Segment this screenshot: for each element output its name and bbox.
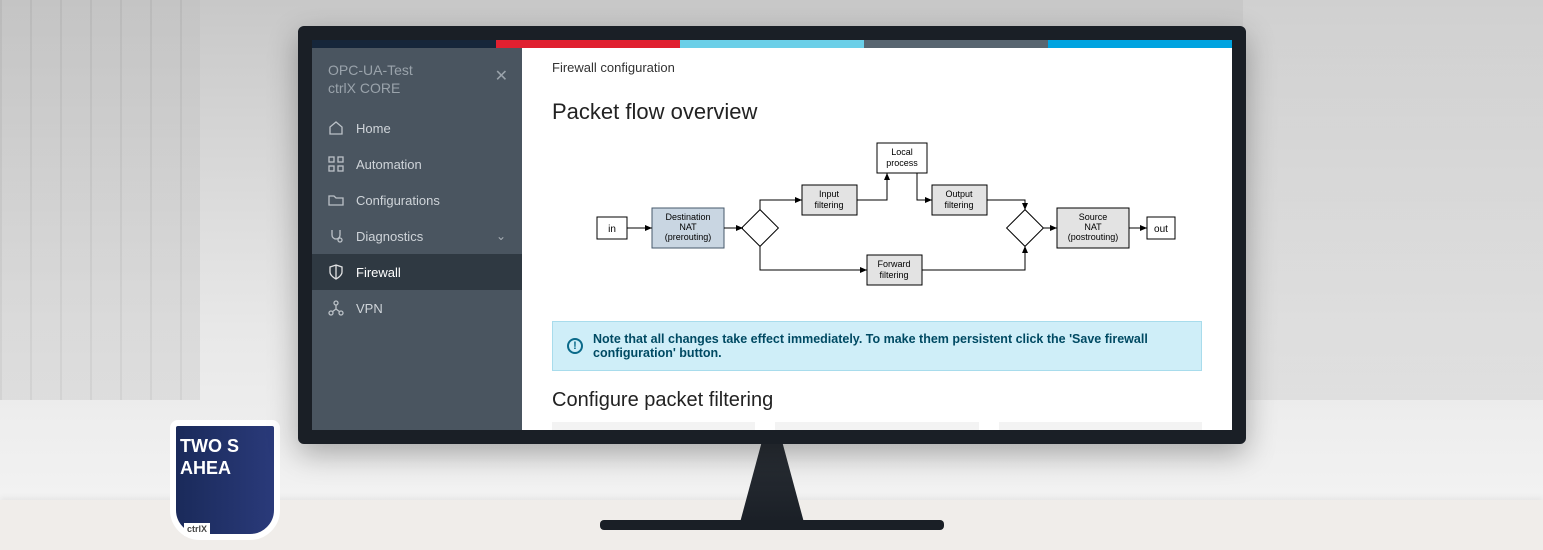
main-content: Firewall configuration Packet flow overv… bbox=[522, 48, 1232, 430]
sidebar-item-label: Firewall bbox=[356, 265, 401, 280]
sidebar-item-vpn[interactable]: VPN bbox=[312, 290, 522, 326]
filter-card[interactable] bbox=[999, 422, 1202, 430]
page-title: Packet flow overview bbox=[552, 99, 1202, 125]
svg-text:Local: Local bbox=[891, 147, 913, 157]
shield-icon bbox=[328, 264, 344, 280]
sidebar-item-automation[interactable]: Automation bbox=[312, 146, 522, 182]
monitor-frame: OPC-UA-Test ctrlX CORE ✕ Home bbox=[298, 26, 1246, 444]
close-icon[interactable]: ✕ bbox=[495, 66, 508, 86]
info-icon: ! bbox=[567, 338, 583, 354]
chevron-down-icon: ⌄ bbox=[496, 229, 506, 243]
diagram-node-out: out bbox=[1154, 224, 1168, 235]
sidebar-item-label: Automation bbox=[356, 157, 422, 172]
breadcrumb: Firewall configuration bbox=[552, 60, 1202, 75]
svg-text:Destination: Destination bbox=[665, 212, 710, 222]
svg-text:filtering: filtering bbox=[814, 200, 843, 210]
svg-text:(prerouting): (prerouting) bbox=[665, 232, 712, 242]
svg-text:Source: Source bbox=[1079, 212, 1108, 222]
coffee-mug: TWO S AHEA ctrlX bbox=[170, 420, 280, 540]
filter-card[interactable] bbox=[775, 422, 978, 430]
device-name: OPC-UA-Test bbox=[328, 62, 506, 78]
svg-text:process: process bbox=[886, 158, 918, 168]
product-name: ctrlX CORE bbox=[328, 80, 506, 96]
filter-cards-row bbox=[552, 422, 1202, 430]
screen: OPC-UA-Test ctrlX CORE ✕ Home bbox=[312, 40, 1232, 430]
filter-card[interactable] bbox=[552, 422, 755, 430]
sidebar-item-label: Diagnostics bbox=[356, 229, 423, 244]
svg-text:filtering: filtering bbox=[879, 270, 908, 280]
info-text: Note that all changes take effect immedi… bbox=[593, 332, 1187, 360]
home-icon bbox=[328, 120, 344, 136]
sidebar-header: OPC-UA-Test ctrlX CORE ✕ bbox=[312, 48, 522, 110]
mug-text-1: TWO S bbox=[180, 436, 239, 456]
packet-flow-diagram: in Destination NAT (prerouting) Input fi… bbox=[552, 135, 1202, 305]
diagram-node-in: in bbox=[608, 224, 616, 235]
svg-text:Forward: Forward bbox=[877, 259, 910, 269]
network-icon bbox=[328, 300, 344, 316]
folder-icon bbox=[328, 192, 344, 208]
svg-text:(postrouting): (postrouting) bbox=[1068, 232, 1119, 242]
info-banner: ! Note that all changes take effect imme… bbox=[552, 321, 1202, 371]
stethoscope-icon bbox=[328, 228, 344, 244]
mug-text-2: AHEA bbox=[180, 458, 231, 478]
svg-text:NAT: NAT bbox=[679, 222, 697, 232]
sidebar-item-home[interactable]: Home bbox=[312, 110, 522, 146]
svg-text:Output: Output bbox=[945, 189, 973, 199]
sidebar-item-label: VPN bbox=[356, 301, 383, 316]
svg-text:filtering: filtering bbox=[944, 200, 973, 210]
sidebar: OPC-UA-Test ctrlX CORE ✕ Home bbox=[312, 48, 522, 430]
brand-stripe bbox=[312, 40, 1232, 48]
svg-text:NAT: NAT bbox=[1084, 222, 1102, 232]
sidebar-item-label: Configurations bbox=[356, 193, 440, 208]
sidebar-item-firewall[interactable]: Firewall bbox=[312, 254, 522, 290]
svg-text:Input: Input bbox=[819, 189, 840, 199]
mug-brand: ctrlX bbox=[184, 523, 210, 536]
sidebar-item-configurations[interactable]: Configurations bbox=[312, 182, 522, 218]
sidebar-item-label: Home bbox=[356, 121, 391, 136]
nav-list: Home Automation Configurations bbox=[312, 110, 522, 326]
sidebar-item-diagnostics[interactable]: Diagnostics ⌄ bbox=[312, 218, 522, 254]
configure-title: Configure packet filtering bbox=[552, 389, 1202, 412]
monitor-base bbox=[600, 520, 944, 530]
grid-icon bbox=[328, 156, 344, 172]
